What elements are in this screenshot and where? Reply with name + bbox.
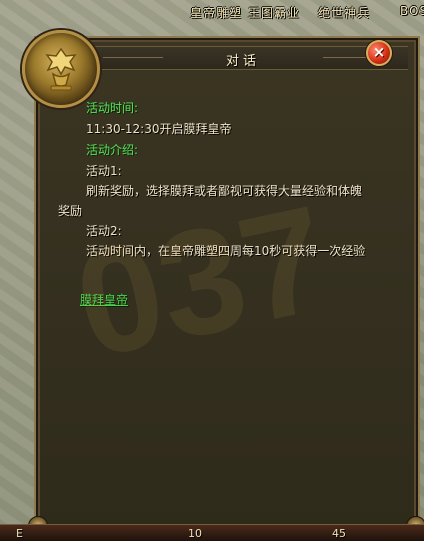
activity-1-desc-line1: 刷新奖励，选择膜拜或者鄙视可获得大量经验和体魄	[86, 184, 363, 198]
hotbar-item-e[interactable]: E	[16, 527, 23, 540]
worship-emperor-link[interactable]: 膜拜皇帝	[80, 291, 128, 309]
activity-2-title: 活动2:	[86, 224, 122, 238]
activity-time-value: 11:30-12:30开启膜拜皇帝	[86, 122, 232, 136]
activity-2-desc: 活动时间内，在皇帝雕塑四周每10秒可获得一次经验	[86, 244, 366, 258]
dialog-content: 活动时间: 11:30-12:30开启膜拜皇帝 活动介绍: 活动1: 刷新奖励，…	[0, 0, 424, 541]
hotbar-item-45[interactable]: 45	[332, 527, 346, 540]
bottom-hotbar: E 10 45	[0, 524, 424, 541]
hotbar-item-10[interactable]: 10	[188, 527, 202, 540]
activity-intro-label: 活动介绍:	[86, 143, 139, 157]
activity-1-title: 活动1:	[86, 164, 122, 178]
activity-time-label: 活动时间:	[86, 101, 139, 115]
activity-1-desc-line2: 奖励	[58, 204, 83, 218]
